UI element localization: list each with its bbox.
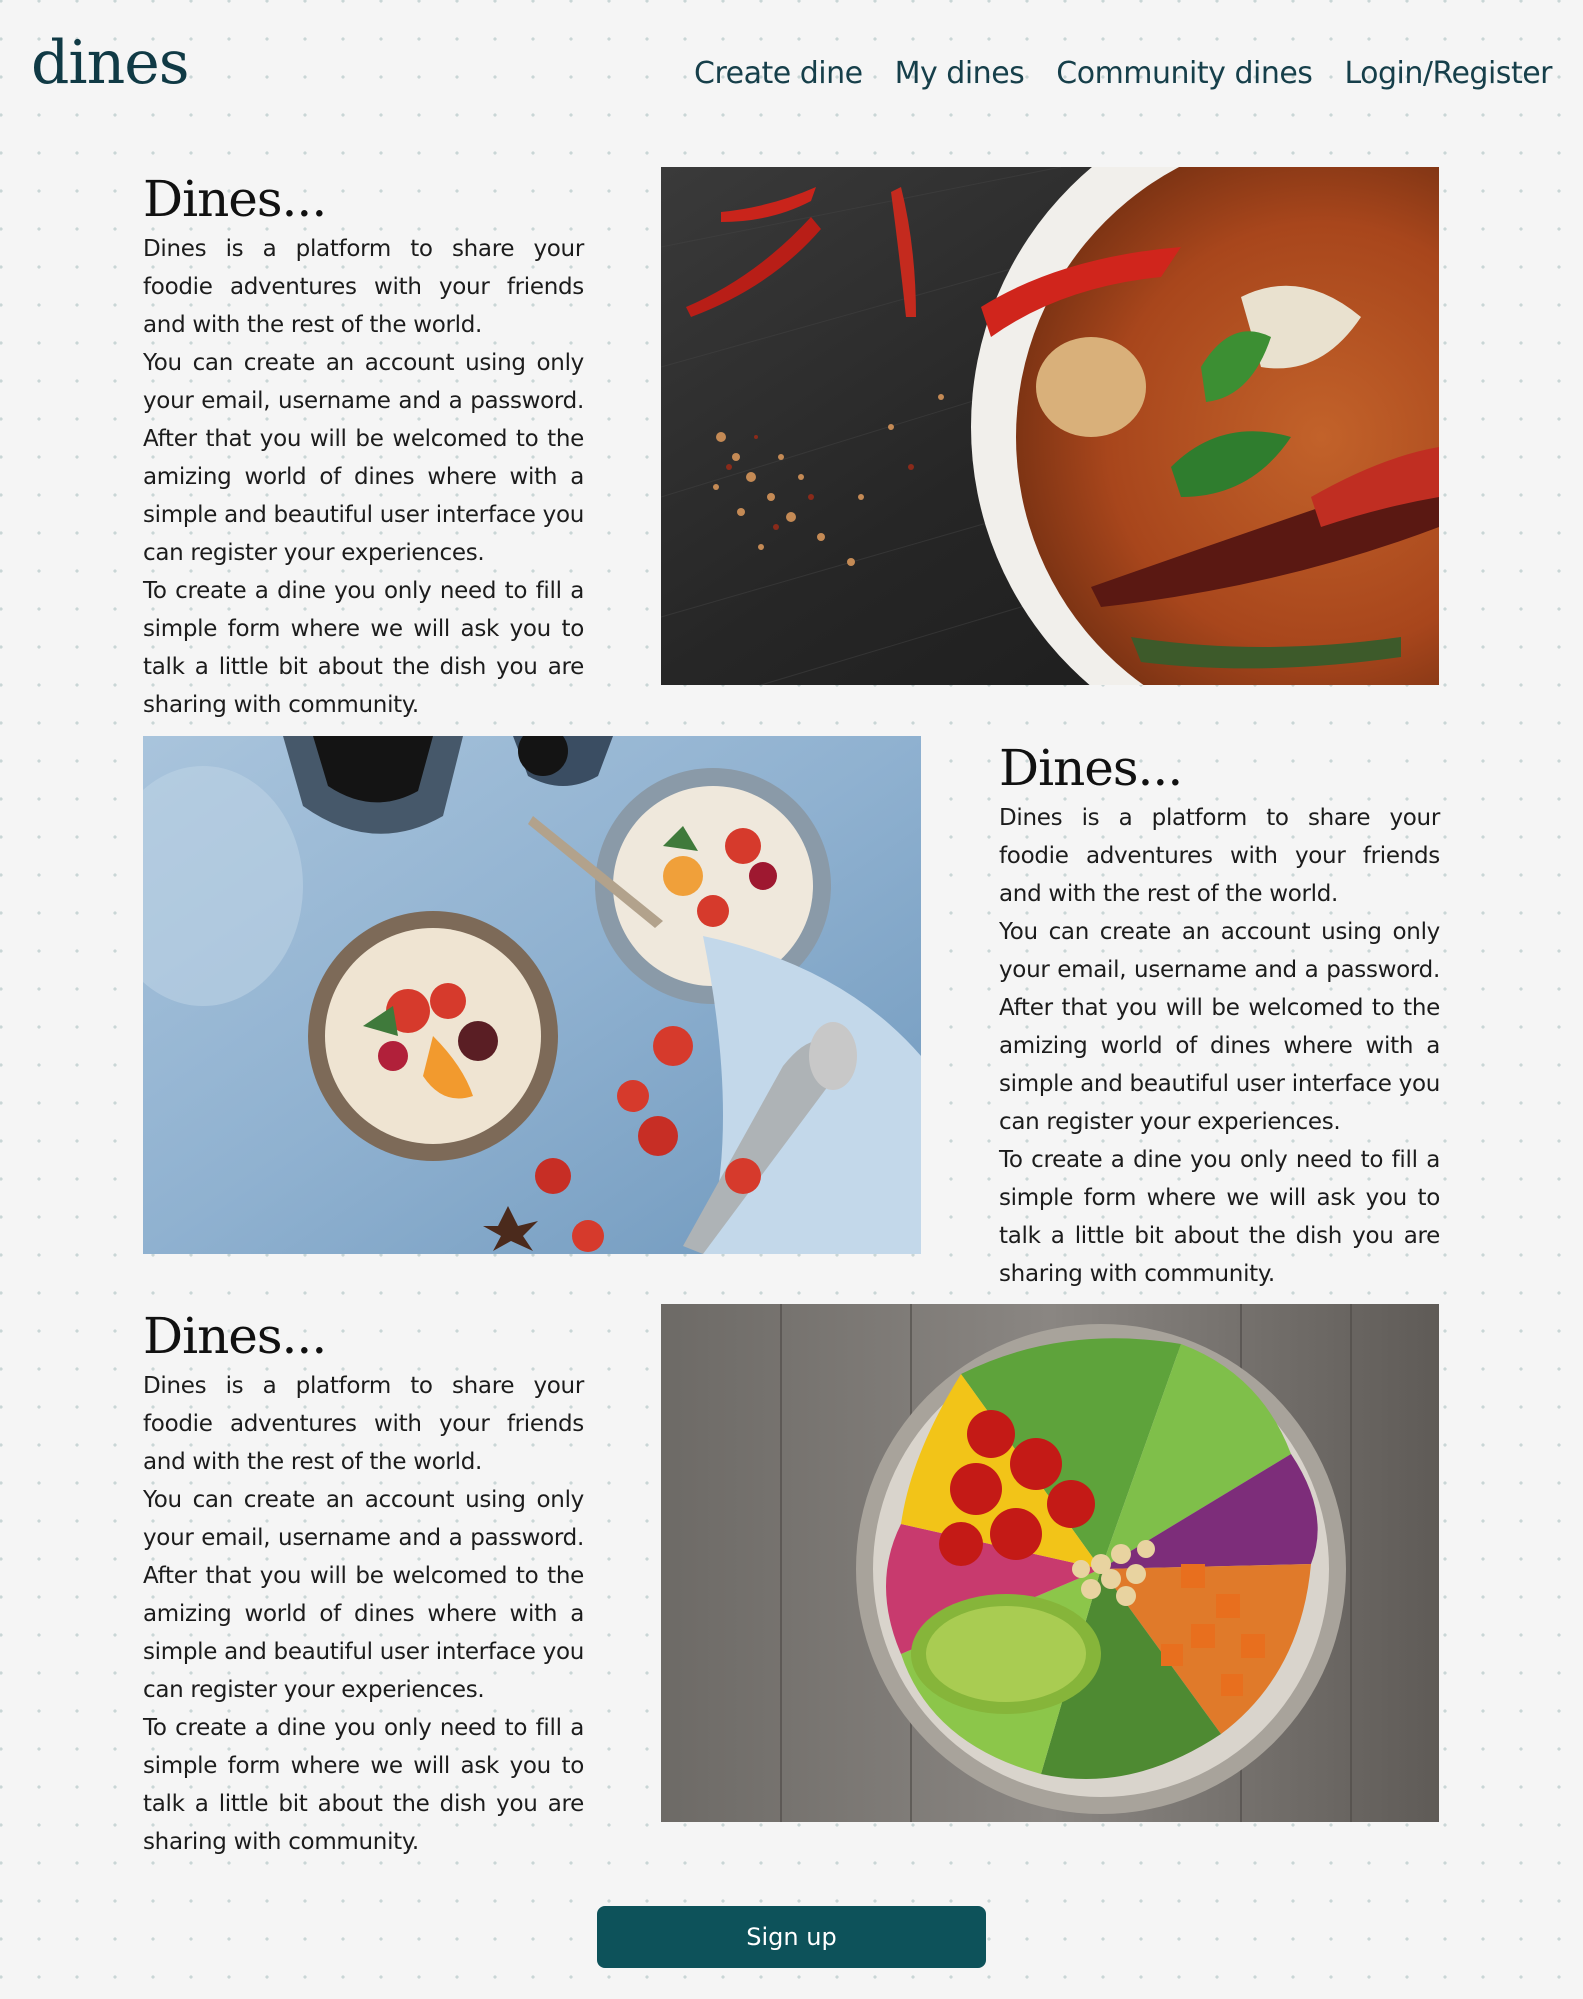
section-paragraph: To create a dine you only need to fill a…: [143, 1715, 584, 1855]
nav-my-dines[interactable]: My dines: [895, 56, 1025, 91]
nav-login-register[interactable]: Login/Register: [1344, 56, 1552, 91]
section-paragraph: You can create an account using only you…: [143, 1487, 584, 1703]
main-nav: Create dine My dines Community dines Log…: [694, 56, 1552, 91]
section-paragraph: To create a dine you only need to fill a…: [143, 578, 584, 718]
signup-button[interactable]: Sign up: [597, 1906, 986, 1968]
curry-bowl-photo: [661, 167, 1439, 685]
section-title: Dines...: [999, 739, 1183, 797]
nav-create-dine[interactable]: Create dine: [694, 56, 863, 91]
section-paragraph: You can create an account using only you…: [143, 350, 584, 566]
section-paragraph: You can create an account using only you…: [999, 919, 1440, 1135]
section-description: Dines is a platform to share your foodie…: [999, 799, 1440, 1293]
site-logo[interactable]: dines: [31, 28, 190, 98]
section-paragraph: Dines is a platform to share your foodie…: [999, 805, 1440, 907]
intro-section-1: Dines... Dines is a platform to share yo…: [143, 168, 584, 724]
intro-section-2: Dines... Dines is a platform to share yo…: [999, 737, 1440, 1293]
intro-section-3: Dines... Dines is a platform to share yo…: [143, 1305, 584, 1861]
site-header: dines Create dine My dines Community din…: [0, 0, 1583, 130]
section-description: Dines is a platform to share your foodie…: [143, 230, 584, 724]
section-paragraph: Dines is a platform to share your foodie…: [143, 1373, 584, 1475]
nav-community-dines[interactable]: Community dines: [1056, 56, 1313, 91]
salad-bowl-photo: [661, 1304, 1439, 1822]
porridge-bowls-photo: [143, 736, 921, 1254]
section-paragraph: To create a dine you only need to fill a…: [999, 1147, 1440, 1287]
section-title: Dines...: [143, 1307, 327, 1365]
section-title: Dines...: [143, 170, 327, 228]
section-description: Dines is a platform to share your foodie…: [143, 1367, 584, 1861]
section-paragraph: Dines is a platform to share your foodie…: [143, 236, 584, 338]
